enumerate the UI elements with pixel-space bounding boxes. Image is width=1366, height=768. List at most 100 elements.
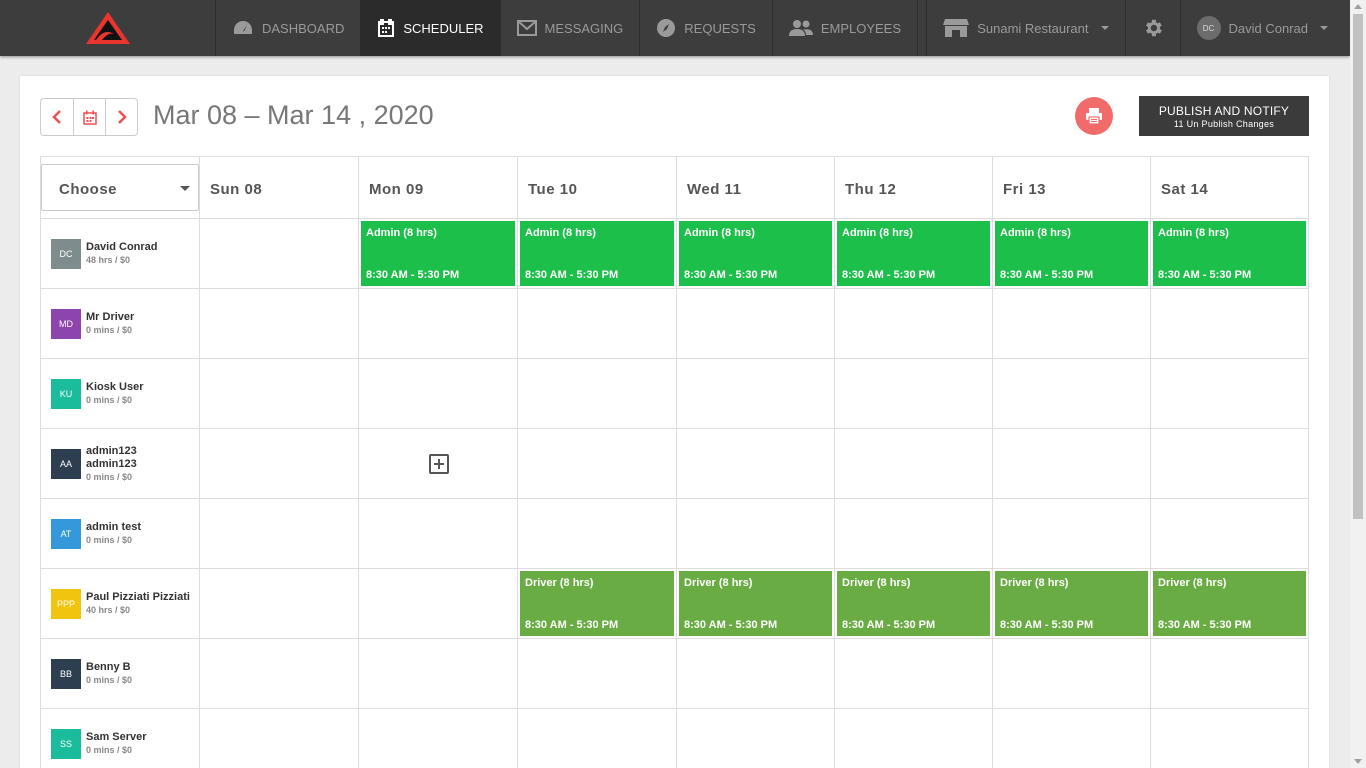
employee-info[interactable]: AT admin test 0 mins / $0: [41, 499, 199, 568]
schedule-cell[interactable]: [518, 499, 677, 569]
shift-block[interactable]: Driver (8 hrs) 8:30 AM - 5:30 PM: [837, 571, 990, 636]
schedule-cell[interactable]: [1151, 289, 1309, 359]
employee-info[interactable]: SS Sam Server 0 mins / $0: [41, 709, 199, 768]
schedule-cell[interactable]: [518, 359, 677, 429]
settings-button[interactable]: [1124, 0, 1180, 56]
schedule-cell[interactable]: [200, 639, 359, 709]
schedule-cell[interactable]: [359, 709, 518, 768]
schedule-cell[interactable]: [359, 429, 518, 499]
shift-role: Admin (8 hrs): [1000, 227, 1071, 239]
employee-name: Mr Driver: [86, 311, 135, 323]
schedule-cell[interactable]: [200, 359, 359, 429]
schedule-cell[interactable]: [518, 429, 677, 499]
scrollbar-thumb[interactable]: [1353, 14, 1363, 519]
choose-dropdown[interactable]: Choose: [41, 164, 199, 211]
schedule-cell[interactable]: [1151, 709, 1309, 768]
schedule-cell[interactable]: [993, 429, 1151, 499]
schedule-cell[interactable]: Driver (8 hrs) 8:30 AM - 5:30 PM: [518, 569, 677, 639]
schedule-cell[interactable]: [518, 289, 677, 359]
chevron-left-icon: [52, 110, 61, 124]
schedule-cell[interactable]: [359, 359, 518, 429]
schedule-cell[interactable]: [1151, 499, 1309, 569]
prev-week-button[interactable]: [41, 99, 73, 135]
schedule-cell[interactable]: [993, 359, 1151, 429]
schedule-cell[interactable]: [1151, 359, 1309, 429]
schedule-cell[interactable]: [835, 709, 993, 768]
nav-employees[interactable]: EMPLOYEES: [771, 0, 917, 56]
schedule-cell[interactable]: [835, 359, 993, 429]
employee-info[interactable]: BB Benny B 0 mins / $0: [41, 639, 199, 708]
shift-time: 8:30 AM - 5:30 PM: [366, 269, 460, 281]
schedule-cell[interactable]: [1151, 429, 1309, 499]
schedule-cell[interactable]: [200, 709, 359, 768]
schedule-cell[interactable]: [677, 639, 835, 709]
shift-block[interactable]: Admin (8 hrs) 8:30 AM - 5:30 PM: [837, 221, 990, 286]
schedule-cell[interactable]: [677, 429, 835, 499]
schedule-cell[interactable]: [993, 639, 1151, 709]
employee-info[interactable]: AA admin123 admin123 0 mins / $0: [41, 429, 199, 498]
shift-block[interactable]: Admin (8 hrs) 8:30 AM - 5:30 PM: [1153, 221, 1306, 286]
add-shift-icon[interactable]: [429, 454, 449, 474]
store-selector[interactable]: Sunami Restaurant: [926, 0, 1124, 56]
employee-info[interactable]: MD Mr Driver 0 mins / $0: [41, 289, 199, 358]
app-logo[interactable]: [0, 0, 215, 56]
employee-info[interactable]: KU Kiosk User 0 mins / $0: [41, 359, 199, 428]
schedule-cell[interactable]: Driver (8 hrs) 8:30 AM - 5:30 PM: [677, 569, 835, 639]
employee-info[interactable]: PPP Paul Pizziati Pizziati 40 hrs / $0: [41, 569, 199, 638]
user-menu[interactable]: DC David Conrad: [1179, 0, 1351, 56]
publish-label: PUBLISH AND NOTIFY: [1158, 103, 1290, 118]
shift-block[interactable]: Driver (8 hrs) 8:30 AM - 5:30 PM: [679, 571, 832, 636]
schedule-cell[interactable]: [200, 429, 359, 499]
page-scrollbar[interactable]: [1350, 0, 1366, 768]
nav-dashboard[interactable]: DASHBOARD: [215, 0, 360, 56]
shift-block[interactable]: Driver (8 hrs) 8:30 AM - 5:30 PM: [995, 571, 1148, 636]
print-button[interactable]: [1075, 97, 1113, 135]
schedule-cell[interactable]: [359, 569, 518, 639]
schedule-cell[interactable]: [993, 289, 1151, 359]
schedule-cell[interactable]: Admin (8 hrs) 8:30 AM - 5:30 PM: [518, 219, 677, 289]
shift-block[interactable]: Driver (8 hrs) 8:30 AM - 5:30 PM: [520, 571, 674, 636]
schedule-cell[interactable]: Admin (8 hrs) 8:30 AM - 5:30 PM: [359, 219, 518, 289]
next-week-button[interactable]: [105, 99, 137, 135]
calendar-picker-button[interactable]: [73, 99, 105, 135]
nav-scheduler[interactable]: SCHEDULER: [360, 0, 500, 56]
schedule-cell[interactable]: [835, 499, 993, 569]
scroll-down-arrow-icon[interactable]: [1354, 759, 1362, 764]
schedule-cell[interactable]: [835, 289, 993, 359]
shift-block[interactable]: Admin (8 hrs) 8:30 AM - 5:30 PM: [520, 221, 674, 286]
schedule-cell[interactable]: [200, 289, 359, 359]
schedule-cell[interactable]: [677, 709, 835, 768]
nav-requests[interactable]: REQUESTS: [639, 0, 772, 56]
schedule-cell[interactable]: [1151, 639, 1309, 709]
schedule-cell[interactable]: [677, 499, 835, 569]
schedule-cell[interactable]: Admin (8 hrs) 8:30 AM - 5:30 PM: [1151, 219, 1309, 289]
schedule-cell[interactable]: [200, 219, 359, 289]
schedule-cell[interactable]: [677, 359, 835, 429]
schedule-cell[interactable]: [677, 289, 835, 359]
schedule-cell[interactable]: [359, 639, 518, 709]
schedule-cell[interactable]: Driver (8 hrs) 8:30 AM - 5:30 PM: [993, 569, 1151, 639]
employee-info[interactable]: DC David Conrad 48 hrs / $0: [41, 219, 199, 288]
publish-and-notify-button[interactable]: PUBLISH AND NOTIFY 11 Un Publish Changes: [1139, 96, 1309, 136]
schedule-cell[interactable]: [993, 499, 1151, 569]
schedule-cell[interactable]: Admin (8 hrs) 8:30 AM - 5:30 PM: [993, 219, 1151, 289]
schedule-cell[interactable]: [359, 499, 518, 569]
schedule-cell[interactable]: Admin (8 hrs) 8:30 AM - 5:30 PM: [835, 219, 993, 289]
schedule-cell[interactable]: [200, 499, 359, 569]
schedule-cell[interactable]: [835, 639, 993, 709]
schedule-cell[interactable]: [200, 569, 359, 639]
shift-block[interactable]: Admin (8 hrs) 8:30 AM - 5:30 PM: [995, 221, 1148, 286]
schedule-cell[interactable]: Driver (8 hrs) 8:30 AM - 5:30 PM: [1151, 569, 1309, 639]
shift-block[interactable]: Admin (8 hrs) 8:30 AM - 5:30 PM: [679, 221, 832, 286]
schedule-cell[interactable]: [835, 429, 993, 499]
schedule-cell[interactable]: Admin (8 hrs) 8:30 AM - 5:30 PM: [677, 219, 835, 289]
nav-messaging[interactable]: MESSAGING: [499, 0, 640, 56]
shift-block[interactable]: Admin (8 hrs) 8:30 AM - 5:30 PM: [361, 221, 515, 286]
schedule-cell[interactable]: [993, 709, 1151, 768]
schedule-cell[interactable]: Driver (8 hrs) 8:30 AM - 5:30 PM: [835, 569, 993, 639]
schedule-cell[interactable]: [518, 639, 677, 709]
schedule-cell[interactable]: [518, 709, 677, 768]
schedule-cell[interactable]: [359, 289, 518, 359]
shift-block[interactable]: Driver (8 hrs) 8:30 AM - 5:30 PM: [1153, 571, 1306, 636]
scroll-up-arrow-icon[interactable]: [1354, 4, 1362, 9]
